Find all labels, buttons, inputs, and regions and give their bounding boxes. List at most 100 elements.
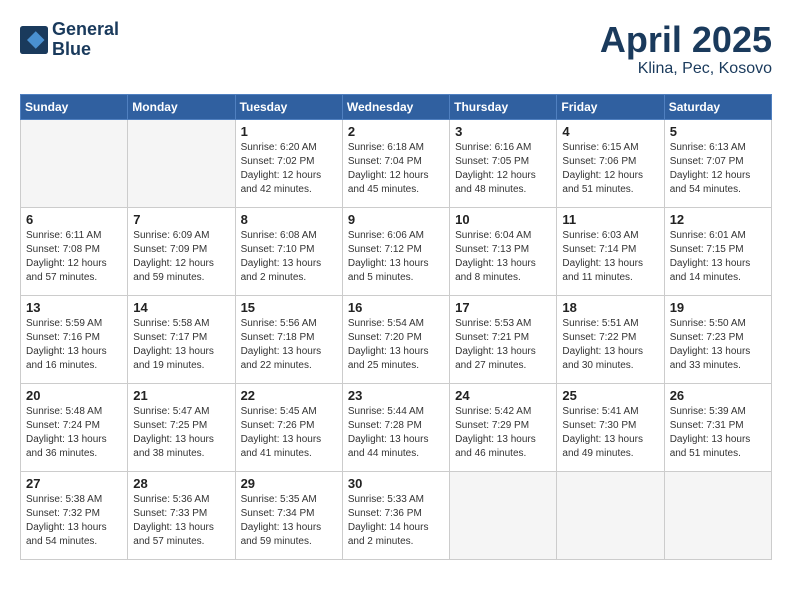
calendar-cell: 8 Sunrise: 6:08 AM Sunset: 7:10 PM Daylig… — [235, 207, 342, 295]
day-number: 1 — [241, 124, 337, 139]
cell-info: Sunrise: 5:44 AM Sunset: 7:28 PM Dayligh… — [348, 405, 444, 461]
day-number: 23 — [348, 388, 444, 403]
page-header: General Blue April 2025 Klina, Pec, Koso… — [20, 20, 772, 78]
calendar-cell: 6Sunrise: 6:11 AM Sunset: 7:08 PM Daylig… — [21, 207, 128, 295]
calendar-cell: 9Sunrise: 6:06 AM Sunset: 7:12 PM Daylig… — [342, 207, 449, 295]
calendar-cell: 17 Sunrise: 5:53 AM Sunset: 7:21 PM Dayli… — [450, 295, 557, 383]
calendar-cell: 4Sunrise: 6:15 AM Sunset: 7:06 PM Daylig… — [557, 119, 664, 207]
day-number: 5 — [670, 124, 766, 139]
cell-info: Sunrise: 6:16 AM Sunset: 7:05 PM Dayligh… — [455, 141, 551, 197]
calendar-week-row: 1 Sunrise: 6:20 AM Sunset: 7:02 PM Daylig… — [21, 119, 772, 207]
cell-info: Sunrise: 5:59 AM Sunset: 7:16 PM Dayligh… — [26, 317, 122, 373]
day-number: 30 — [348, 476, 444, 491]
calendar-cell — [21, 119, 128, 207]
cell-info: Sunrise: 5:39 AM Sunset: 7:31 PM Dayligh… — [670, 405, 766, 461]
day-number: 29 — [241, 476, 337, 491]
calendar-cell: 14 Sunrise: 5:58 AM Sunset: 7:17 PM Dayli… — [128, 295, 235, 383]
day-number: 3 — [455, 124, 551, 139]
cell-info: Sunrise: 5:41 AM Sunset: 7:30 PM Dayligh… — [562, 405, 658, 461]
cell-info: Sunrise: 6:20 AM Sunset: 7:02 PM Dayligh… — [241, 141, 337, 197]
cell-info: Sunrise: 6:13 AM Sunset: 7:07 PM Dayligh… — [670, 141, 766, 197]
day-number: 16 — [348, 300, 444, 315]
calendar-cell: 26 Sunrise: 5:39 AM Sunset: 7:31 PM Dayli… — [664, 383, 771, 471]
day-header-sunday: Sunday — [21, 94, 128, 119]
calendar-cell: 19 Sunrise: 5:50 AM Sunset: 7:23 PM Dayli… — [664, 295, 771, 383]
calendar-cell: 22 Sunrise: 5:45 AM Sunset: 7:26 PM Dayli… — [235, 383, 342, 471]
calendar-cell — [450, 471, 557, 559]
day-number: 26 — [670, 388, 766, 403]
day-number: 25 — [562, 388, 658, 403]
calendar-cell: 7 Sunrise: 6:09 AM Sunset: 7:09 PM Daylig… — [128, 207, 235, 295]
calendar-cell: 10Sunrise: 6:04 AM Sunset: 7:13 PM Dayli… — [450, 207, 557, 295]
day-number: 12 — [670, 212, 766, 227]
calendar-header-row: SundayMondayTuesdayWednesdayThursdayFrid… — [21, 94, 772, 119]
calendar-cell: 13 Sunrise: 5:59 AM Sunset: 7:16 PM Dayli… — [21, 295, 128, 383]
cell-info: Sunrise: 5:56 AM Sunset: 7:18 PM Dayligh… — [241, 317, 337, 373]
calendar-cell — [128, 119, 235, 207]
calendar-week-row: 27Sunrise: 5:38 AM Sunset: 7:32 PM Dayli… — [21, 471, 772, 559]
calendar-cell: 28 Sunrise: 5:36 AM Sunset: 7:33 PM Dayli… — [128, 471, 235, 559]
cell-info: Sunrise: 5:54 AM Sunset: 7:20 PM Dayligh… — [348, 317, 444, 373]
day-number: 2 — [348, 124, 444, 139]
day-number: 24 — [455, 388, 551, 403]
cell-info: Sunrise: 6:11 AM Sunset: 7:08 PM Dayligh… — [26, 229, 122, 285]
cell-info: Sunrise: 5:50 AM Sunset: 7:23 PM Dayligh… — [670, 317, 766, 373]
cell-info: Sunrise: 6:08 AM Sunset: 7:10 PM Dayligh… — [241, 229, 337, 285]
calendar-cell: 23 Sunrise: 5:44 AM Sunset: 7:28 PM Dayli… — [342, 383, 449, 471]
cell-info: Sunrise: 5:42 AM Sunset: 7:29 PM Dayligh… — [455, 405, 551, 461]
day-number: 18 — [562, 300, 658, 315]
day-header-saturday: Saturday — [664, 94, 771, 119]
calendar-cell: 20 Sunrise: 5:48 AM Sunset: 7:24 PM Dayli… — [21, 383, 128, 471]
calendar-week-row: 6Sunrise: 6:11 AM Sunset: 7:08 PM Daylig… — [21, 207, 772, 295]
day-number: 19 — [670, 300, 766, 315]
cell-info: Sunrise: 5:33 AM Sunset: 7:36 PM Dayligh… — [348, 493, 444, 549]
calendar-cell: 24 Sunrise: 5:42 AM Sunset: 7:29 PM Dayli… — [450, 383, 557, 471]
calendar-cell: 16 Sunrise: 5:54 AM Sunset: 7:20 PM Dayli… — [342, 295, 449, 383]
month-title: April 2025 — [600, 20, 772, 60]
day-number: 13 — [26, 300, 122, 315]
location: Klina, Pec, Kosovo — [600, 60, 772, 78]
calendar-cell: 21 Sunrise: 5:47 AM Sunset: 7:25 PM Dayli… — [128, 383, 235, 471]
day-number: 22 — [241, 388, 337, 403]
calendar-week-row: 13 Sunrise: 5:59 AM Sunset: 7:16 PM Dayli… — [21, 295, 772, 383]
day-header-tuesday: Tuesday — [235, 94, 342, 119]
calendar-cell: 2Sunrise: 6:18 AM Sunset: 7:04 PM Daylig… — [342, 119, 449, 207]
cell-info: Sunrise: 5:45 AM Sunset: 7:26 PM Dayligh… — [241, 405, 337, 461]
logo-text: General Blue — [52, 20, 119, 60]
cell-info: Sunrise: 5:51 AM Sunset: 7:22 PM Dayligh… — [562, 317, 658, 373]
day-header-wednesday: Wednesday — [342, 94, 449, 119]
day-header-thursday: Thursday — [450, 94, 557, 119]
day-number: 20 — [26, 388, 122, 403]
cell-info: Sunrise: 5:47 AM Sunset: 7:25 PM Dayligh… — [133, 405, 229, 461]
calendar-cell: 29Sunrise: 5:35 AM Sunset: 7:34 PM Dayli… — [235, 471, 342, 559]
calendar-cell: 30 Sunrise: 5:33 AM Sunset: 7:36 PM Dayli… — [342, 471, 449, 559]
cell-info: Sunrise: 5:48 AM Sunset: 7:24 PM Dayligh… — [26, 405, 122, 461]
day-number: 28 — [133, 476, 229, 491]
cell-info: Sunrise: 5:53 AM Sunset: 7:21 PM Dayligh… — [455, 317, 551, 373]
calendar-cell: 5 Sunrise: 6:13 AM Sunset: 7:07 PM Daylig… — [664, 119, 771, 207]
day-number: 15 — [241, 300, 337, 315]
calendar-cell: 25 Sunrise: 5:41 AM Sunset: 7:30 PM Dayli… — [557, 383, 664, 471]
day-number: 21 — [133, 388, 229, 403]
calendar-table: SundayMondayTuesdayWednesdayThursdayFrid… — [20, 94, 772, 560]
day-number: 17 — [455, 300, 551, 315]
calendar-cell — [557, 471, 664, 559]
day-number: 11 — [562, 212, 658, 227]
cell-info: Sunrise: 5:36 AM Sunset: 7:33 PM Dayligh… — [133, 493, 229, 549]
calendar-cell: 3 Sunrise: 6:16 AM Sunset: 7:05 PM Daylig… — [450, 119, 557, 207]
cell-info: Sunrise: 5:58 AM Sunset: 7:17 PM Dayligh… — [133, 317, 229, 373]
calendar-cell: 18 Sunrise: 5:51 AM Sunset: 7:22 PM Dayli… — [557, 295, 664, 383]
calendar-cell: 11Sunrise: 6:03 AM Sunset: 7:14 PM Dayli… — [557, 207, 664, 295]
day-number: 4 — [562, 124, 658, 139]
day-number: 7 — [133, 212, 229, 227]
calendar-week-row: 20 Sunrise: 5:48 AM Sunset: 7:24 PM Dayli… — [21, 383, 772, 471]
day-number: 14 — [133, 300, 229, 315]
day-number: 8 — [241, 212, 337, 227]
calendar-cell: 12Sunrise: 6:01 AM Sunset: 7:15 PM Dayli… — [664, 207, 771, 295]
logo: General Blue — [20, 20, 119, 60]
logo-icon — [20, 26, 48, 54]
calendar-cell: 15 Sunrise: 5:56 AM Sunset: 7:18 PM Dayli… — [235, 295, 342, 383]
cell-info: Sunrise: 6:09 AM Sunset: 7:09 PM Dayligh… — [133, 229, 229, 285]
cell-info: Sunrise: 6:04 AM Sunset: 7:13 PM Dayligh… — [455, 229, 551, 285]
calendar-cell: 1 Sunrise: 6:20 AM Sunset: 7:02 PM Daylig… — [235, 119, 342, 207]
